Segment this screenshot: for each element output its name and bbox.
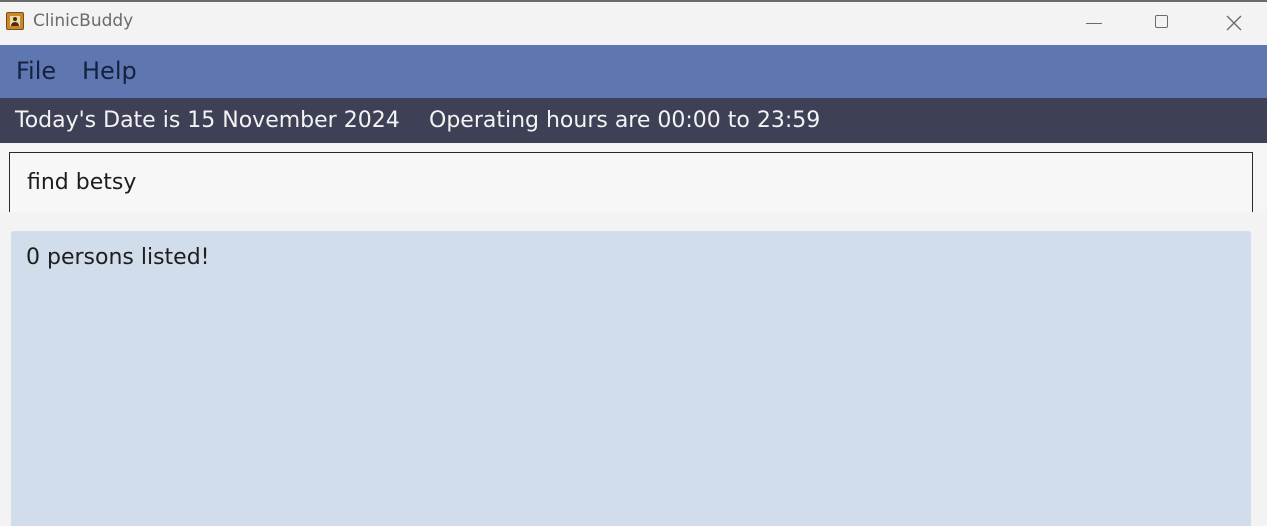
close-icon	[1226, 15, 1242, 31]
close-button[interactable]	[1199, 2, 1267, 45]
window-title: ClinicBuddy	[33, 11, 134, 31]
todays-date-label: Today's Date is 15 November 2024	[15, 108, 400, 133]
maximize-icon	[1155, 15, 1168, 28]
menu-file[interactable]: File	[16, 57, 56, 85]
command-area	[0, 143, 1267, 213]
command-input[interactable]	[10, 153, 1252, 212]
operating-hours-label: Operating hours are 00:00 to 23:59	[429, 108, 821, 133]
menu-help[interactable]: Help	[82, 57, 137, 85]
app-icon	[6, 12, 24, 30]
minimize-button[interactable]	[1060, 2, 1128, 45]
menu-bar: File Help	[0, 45, 1267, 98]
result-message: 0 persons listed!	[26, 245, 210, 270]
title-bar[interactable]: ClinicBuddy	[0, 2, 1267, 45]
command-box	[9, 152, 1253, 212]
status-header: Today's Date is 15 November 2024 Operati…	[0, 98, 1267, 143]
maximize-button[interactable]	[1128, 2, 1196, 45]
app-window: ClinicBuddy File Help Today's Date is 15…	[0, 0, 1267, 526]
result-display: 0 persons listed!	[11, 231, 1251, 526]
minimize-icon	[1086, 23, 1102, 24]
